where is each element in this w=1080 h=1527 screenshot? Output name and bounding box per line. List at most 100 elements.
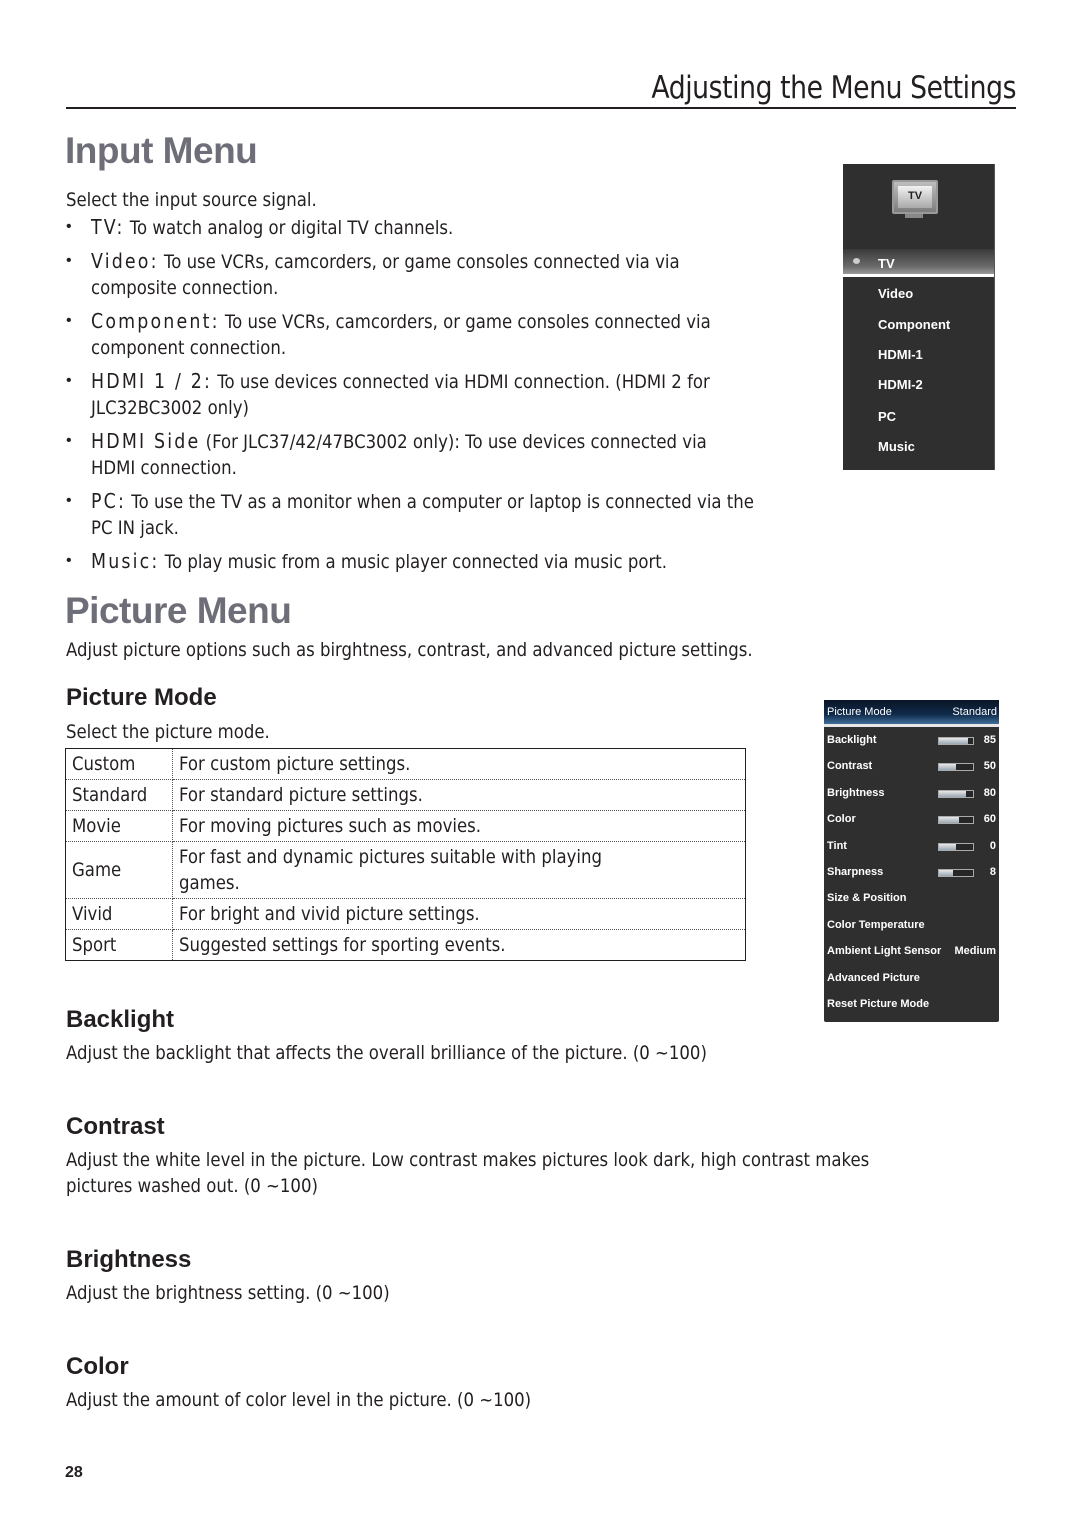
item-term: HDMI Side [91, 429, 201, 453]
osd-picture-mode-header[interactable]: Picture Mode Standard [824, 700, 999, 724]
mode-desc: For fast and dynamic pictures suitable w… [172, 841, 746, 899]
picture-menu-heading: Picture Menu [65, 590, 292, 631]
osd-level-fill [939, 738, 968, 744]
list-item: • HDMI 1 / 2: To use devices connected vi… [66, 369, 710, 419]
page-number: 28 [65, 1464, 83, 1481]
table-row: Game For fast and dynamic pictures suitab… [65, 841, 746, 899]
osd-picture-row[interactable]: Contrast 50 [824, 757, 999, 777]
osd-row-value: 0 [989, 839, 996, 852]
mode-desc: For bright and vivid picture settings. [172, 898, 746, 930]
item-desc: To play music from a music player connec… [159, 551, 668, 573]
osd-picture-row[interactable]: Ambient Light Sensor Medium [824, 942, 999, 962]
osd-level-bar[interactable] [938, 789, 974, 798]
osd-picture-row[interactable]: Reset Picture Mode [824, 995, 999, 1015]
input-source-list: • TV: To watch analog or digital TV chann… [66, 214, 826, 582]
osd-level-bar[interactable] [938, 842, 974, 851]
mode-name: Vivid [65, 898, 173, 930]
item-desc: To use devices connected via HDMI connec… [212, 371, 710, 393]
brightness-desc: Adjust the brightness setting. (0 ~100) [66, 1282, 390, 1304]
contrast-desc: Adjust the white level in the picture. L… [66, 1149, 870, 1171]
list-item: • TV: To watch analog or digital TV chann… [66, 215, 454, 239]
osd-picture-row[interactable]: Color 60 [824, 810, 999, 830]
osd-row-label: Ambient Light Sensor [827, 945, 942, 958]
brightness-heading: Brightness [66, 1246, 192, 1273]
table-row: Movie For moving pictures such as movies. [65, 810, 746, 842]
item-desc: To use VCRs, camcorders, or game console… [219, 311, 711, 333]
osd-row-label: Advanced Picture [827, 971, 920, 984]
osd-row-label: Backlight [827, 734, 877, 746]
item-desc: (For JLC37/42/47BC3002 only): To use dev… [200, 431, 707, 453]
header-rule [66, 107, 1016, 109]
osd-picture-row[interactable]: Brightness 80 [824, 784, 999, 804]
list-item: • Music: To play music from a music playe… [66, 549, 668, 573]
osd-picture-row[interactable]: Sharpness 8 [824, 863, 999, 883]
list-item: • PC: To use the TV as a monitor when a c… [66, 489, 754, 539]
osd-picture-row[interactable]: Size & Position [824, 889, 999, 909]
mode-name: Game [65, 841, 173, 899]
item-term: TV: [91, 215, 125, 239]
item-desc-cont: HDMI connection. [91, 457, 237, 479]
contrast-heading: Contrast [66, 1113, 165, 1140]
osd-row-value: 85 [983, 734, 996, 746]
osd-input-option[interactable]: Video [878, 286, 913, 301]
osd-level-bar[interactable] [938, 869, 974, 877]
item-term: PC: [91, 489, 127, 513]
osd-picture-row[interactable]: Backlight 85 [824, 731, 999, 751]
osd-row-label: Tint [827, 839, 847, 852]
osd-level-bar[interactable] [938, 816, 974, 825]
color-heading: Color [66, 1353, 129, 1380]
osd-picture-row[interactable]: Tint 0 [824, 837, 999, 857]
mode-desc: For moving pictures such as movies. [172, 810, 746, 842]
osd-row-label: Size & Position [827, 892, 907, 905]
osd-level-fill [939, 843, 956, 850]
osd-level-fill [939, 790, 967, 797]
contrast-desc-cont: pictures washed out. (0 ~100) [66, 1175, 318, 1197]
input-menu-osd: TV TV Video Component HDMI-1 HDMI-2 PC M… [843, 164, 995, 470]
osd-row-label: Color Temperature [827, 918, 925, 931]
osd-input-option[interactable]: PC [878, 409, 896, 424]
osd-input-option[interactable]: HDMI-2 [878, 377, 923, 392]
osd-level-fill [939, 817, 960, 824]
osd-row-value: 60 [983, 813, 996, 826]
backlight-desc: Adjust the backlight that affects the ov… [66, 1042, 707, 1064]
osd-input-option[interactable]: HDMI-1 [878, 347, 923, 362]
osd-divider [843, 274, 994, 277]
input-menu-intro: Select the input source signal. [66, 189, 317, 211]
table-row: Sport Suggested settings for sporting eve… [65, 929, 746, 961]
osd-input-option[interactable]: Component [878, 317, 950, 332]
mode-name: Custom [65, 748, 173, 780]
osd-selected-row[interactable] [843, 249, 994, 274]
osd-header-divider [824, 724, 999, 727]
tv-icon: TV [892, 180, 938, 214]
mode-name: Sport [65, 929, 173, 961]
item-desc: To use VCRs, camcorders, or game console… [158, 251, 680, 273]
running-header-title: Adjusting the Menu Settings [651, 70, 1016, 106]
osd-level-bar[interactable] [938, 763, 974, 772]
picture-mode-heading: Picture Mode [66, 684, 217, 711]
osd-row-value: 80 [983, 786, 996, 799]
osd-row-value: Medium [954, 945, 996, 958]
list-item: • Video: To use VCRs, camcorders, or game… [66, 249, 680, 299]
osd-picture-row[interactable]: Color Temperature [824, 916, 999, 936]
backlight-heading: Backlight [66, 1006, 175, 1033]
osd-header-label: Picture Mode [827, 706, 892, 718]
item-term: Video: [91, 249, 159, 273]
mode-desc: For custom picture settings. [172, 748, 746, 780]
osd-level-bar[interactable] [938, 737, 974, 745]
osd-row-label: Sharpness [827, 866, 884, 878]
picture-menu-intro: Adjust picture options such as birghtnes… [66, 639, 753, 661]
table-row: Custom For custom picture settings. [65, 748, 746, 780]
item-term: Component: [91, 309, 220, 333]
mode-name: Standard [65, 779, 173, 811]
osd-row-label: Reset Picture Mode [827, 998, 930, 1010]
osd-input-option[interactable]: TV [878, 256, 895, 271]
osd-picture-row[interactable]: Advanced Picture [824, 969, 999, 989]
item-desc-cont: PC IN jack. [91, 517, 179, 539]
osd-row-label: Brightness [827, 786, 885, 799]
list-item: • Component: To use VCRs, camcorders, or … [66, 309, 711, 359]
item-desc: To watch analog or digital TV channels. [124, 217, 454, 239]
selection-dot-icon [853, 258, 860, 264]
picture-mode-table: Custom For custom picture settings. Stand… [65, 748, 746, 961]
osd-row-value: 50 [983, 760, 996, 773]
osd-input-option[interactable]: Music [878, 439, 915, 454]
